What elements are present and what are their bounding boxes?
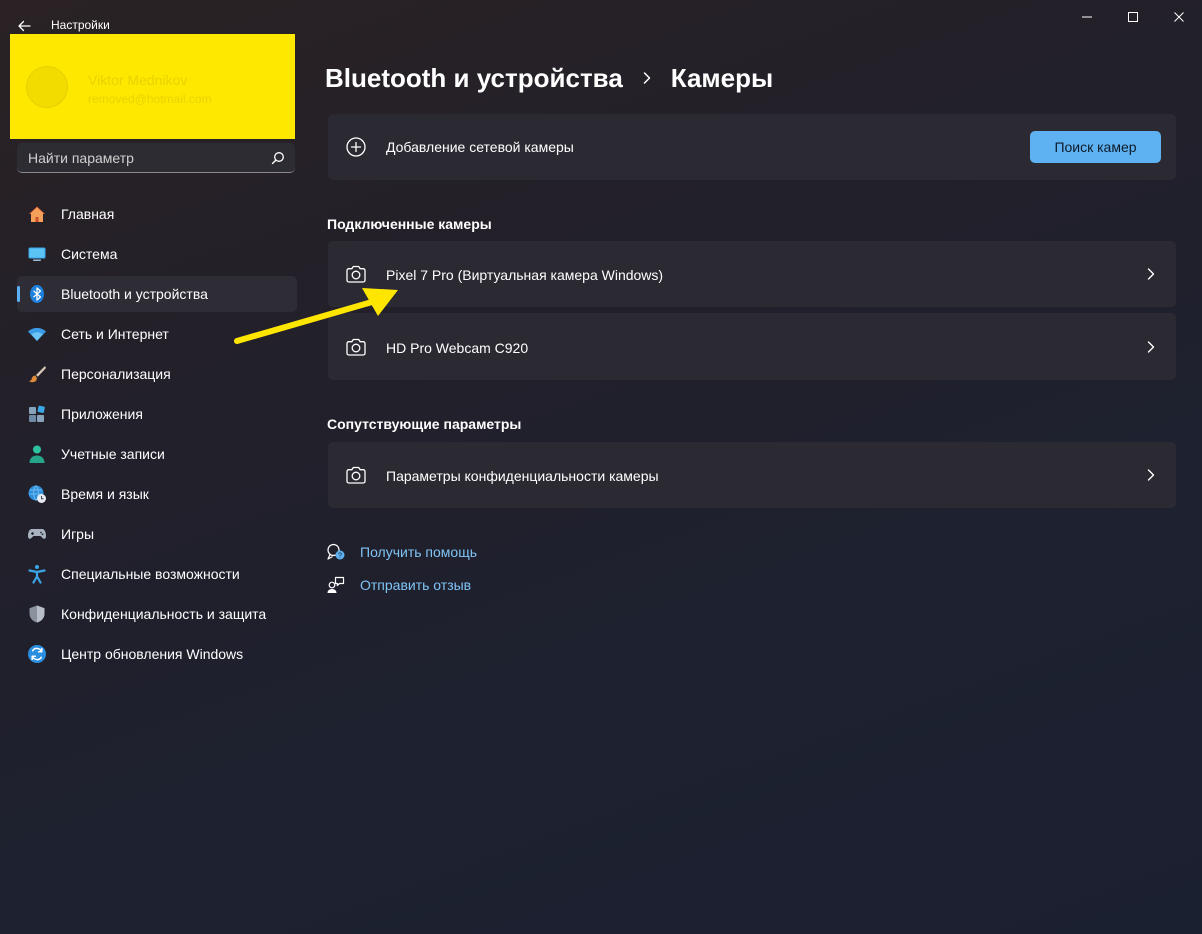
sidebar-item-label: Конфиденциальность и защита: [61, 606, 267, 622]
home-icon: [27, 204, 47, 224]
sidebar-item-label: Главная: [61, 206, 115, 222]
sidebar-item-label: Приложения: [61, 406, 143, 422]
add-camera-label: Добавление сетевой камеры: [386, 139, 574, 155]
camera-name: HD Pro Webcam C920: [386, 340, 529, 356]
camera-privacy-settings-item[interactable]: Параметры конфиденциальности камеры: [328, 442, 1176, 508]
close-icon: [1174, 12, 1184, 22]
sidebar-item-label: Персонализация: [61, 366, 171, 382]
search-cameras-button[interactable]: Поиск камер: [1030, 131, 1161, 163]
profile-email: removed@hotmail.com: [88, 92, 212, 106]
brush-icon: [27, 364, 47, 384]
plus-circle-icon: [344, 135, 368, 159]
settings-window: Настройки Viktor Mednikov removed@hotmai…: [0, 0, 1202, 934]
wifi-icon: [27, 324, 47, 344]
back-arrow-icon: [18, 20, 31, 32]
sidebar-item-privacy[interactable]: Конфиденциальность и защита: [17, 596, 297, 632]
send-feedback-label: Отправить отзыв: [360, 577, 472, 593]
sidebar-item-accounts[interactable]: Учетные записи: [17, 436, 297, 472]
sidebar-item-bluetooth[interactable]: Bluetooth и устройства: [17, 276, 297, 312]
avatar: [26, 66, 68, 108]
sidebar-item-label: Bluetooth и устройства: [61, 286, 208, 302]
camera-icon: [344, 463, 368, 487]
profile-name: Viktor Mednikov: [88, 72, 188, 88]
help-icon: ?: [326, 542, 346, 562]
minimize-button[interactable]: [1064, 2, 1110, 32]
search-box: [17, 143, 295, 173]
breadcrumb: Bluetooth и устройства Камеры: [325, 60, 773, 96]
camera-name: Pixel 7 Pro (Виртуальная камера Windows): [386, 267, 664, 283]
chevron-right-icon: [1144, 468, 1158, 482]
minimize-icon: [1082, 16, 1092, 18]
camera-icon: [344, 262, 368, 286]
sidebar-item-label: Время и язык: [61, 486, 149, 502]
chevron-right-icon: [1144, 267, 1158, 281]
search-icon[interactable]: [271, 151, 285, 165]
camera-icon: [344, 335, 368, 359]
breadcrumb-parent[interactable]: Bluetooth и устройства: [325, 63, 623, 94]
gamepad-icon: [27, 524, 47, 544]
sidebar-item-accessibility[interactable]: Специальные возможности: [17, 556, 297, 592]
related-settings-heading: Сопутствующие параметры: [327, 416, 522, 432]
related-item-label: Параметры конфиденциальности камеры: [386, 468, 659, 484]
get-help-link[interactable]: ? Получить помощь: [326, 541, 477, 563]
sidebar-item-time-language[interactable]: Время и язык: [17, 476, 297, 512]
accounts-icon: [27, 444, 47, 464]
sidebar-item-home[interactable]: Главная: [17, 196, 297, 232]
bluetooth-icon: [27, 284, 47, 304]
sidebar-item-personalization[interactable]: Персонализация: [17, 356, 297, 392]
page-title: Камеры: [670, 62, 774, 93]
sidebar-item-network[interactable]: Сеть и Интернет: [17, 316, 297, 352]
user-profile[interactable]: Viktor Mednikov removed@hotmail.com: [10, 34, 295, 139]
sidebar-item-label: Центр обновления Windows: [61, 646, 244, 662]
sidebar-item-label: Специальные возможности: [61, 566, 240, 582]
sidebar-nav: Главная Система Bluetooth и устройства С…: [17, 196, 297, 676]
monitor-icon: [27, 244, 47, 264]
sidebar-item-label: Игры: [61, 526, 95, 542]
search-input[interactable]: [17, 143, 270, 173]
add-network-camera-card: Добавление сетевой камеры Поиск камер: [328, 114, 1176, 180]
globe-clock-icon: [27, 484, 47, 504]
sidebar-item-label: Учетные записи: [61, 446, 165, 462]
sidebar-item-system[interactable]: Система: [17, 236, 297, 272]
apps-icon: [27, 404, 47, 424]
feedback-icon: [326, 575, 346, 595]
maximize-icon: [1128, 12, 1138, 22]
camera-item-c920[interactable]: HD Pro Webcam C920: [328, 313, 1176, 380]
accessibility-icon: [27, 564, 47, 584]
update-icon: [27, 644, 47, 664]
sidebar-item-label: Сеть и Интернет: [61, 326, 169, 342]
sidebar-item-windows-update[interactable]: Центр обновления Windows: [17, 636, 297, 672]
camera-item-pixel[interactable]: Pixel 7 Pro (Виртуальная камера Windows): [328, 241, 1176, 307]
app-title: Настройки: [51, 18, 110, 32]
svg-text:?: ?: [338, 553, 342, 560]
connected-cameras-heading: Подключенные камеры: [327, 216, 492, 232]
shield-icon: [27, 604, 47, 624]
chevron-right-icon: [639, 70, 655, 86]
get-help-label: Получить помощь: [360, 544, 478, 560]
chevron-right-icon: [1144, 340, 1158, 354]
close-button[interactable]: [1156, 2, 1202, 32]
send-feedback-link[interactable]: Отправить отзыв: [326, 574, 471, 596]
sidebar-item-apps[interactable]: Приложения: [17, 396, 297, 432]
active-indicator: [17, 286, 20, 302]
maximize-button[interactable]: [1110, 2, 1156, 32]
sidebar-item-label: Система: [61, 246, 118, 262]
sidebar-item-gaming[interactable]: Игры: [17, 516, 297, 552]
